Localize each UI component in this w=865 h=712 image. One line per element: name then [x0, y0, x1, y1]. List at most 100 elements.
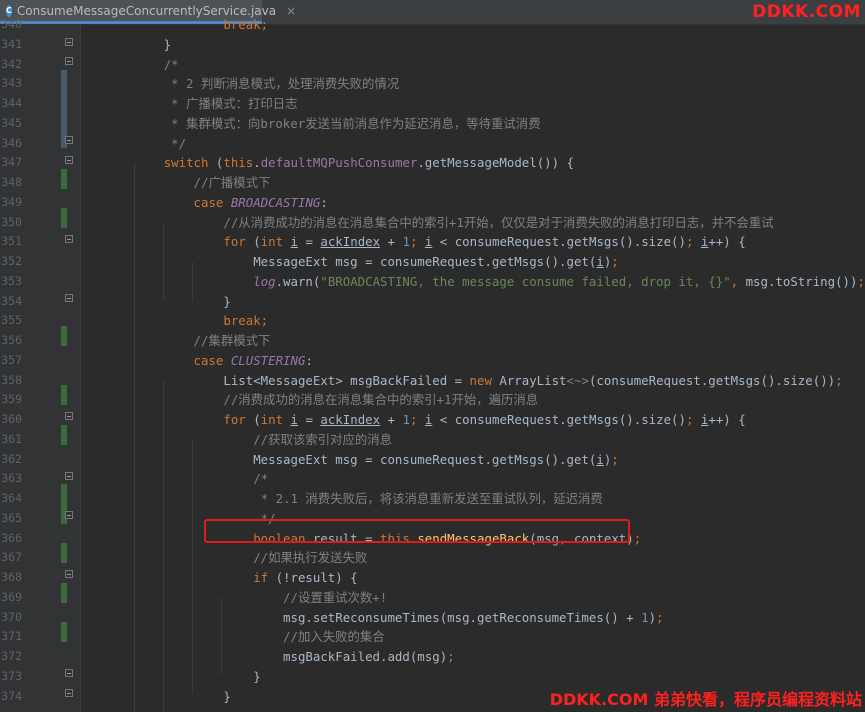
highlight-annotation-box — [204, 519, 630, 543]
line-number: 361 — [1, 431, 22, 446]
line-number: 357 — [1, 352, 22, 367]
code-line[interactable]: 341 } — [0, 35, 865, 55]
code-text: //设置重试次数+! — [283, 589, 388, 605]
code-text: /* — [163, 56, 179, 72]
line-number: 360 — [1, 412, 22, 426]
code-line[interactable]: 368 if (!result) { — [0, 568, 865, 588]
code-text: } — [104, 36, 172, 52]
line-number: 354 — [1, 293, 22, 308]
code-line[interactable]: 340 break; — [0, 15, 865, 35]
code-text: //集群模式下 — [193, 333, 271, 348]
code-line[interactable]: 356 //集群模式下 — [0, 331, 865, 351]
code-line[interactable]: 345 * 集群模式：向broker发送当前消息作为延迟消息，等待重试消费 — [0, 114, 865, 134]
code-text: */ — [171, 135, 187, 151]
code-line[interactable]: 373 } — [0, 667, 865, 687]
line-number: 353 — [1, 273, 22, 288]
code-line[interactable]: 369 //设置重试次数+! — [0, 588, 865, 608]
line-number: 340 — [1, 17, 22, 31]
code-text: msgBackFailed.add(msg); — [104, 649, 455, 664]
code-line[interactable]: 349 case BROADCASTING: — [0, 193, 865, 213]
line-number: 343 — [1, 76, 22, 91]
line-number: 359 — [1, 392, 22, 407]
code-text: List<MessageExt> msgBackFailed = new Arr… — [104, 372, 843, 388]
code-text: for (int i = ackIndex + 1; i < consumeRe… — [223, 234, 746, 250]
line-number: 355 — [1, 313, 22, 328]
line-number: 370 — [1, 609, 22, 624]
code-line[interactable]: 355 break; — [0, 311, 865, 331]
code-lines: 340 break; 341 } 342 /* 343 * 2 判断消息模式，处理消费… — [0, 15, 865, 706]
code-line[interactable]: 361 //获取该索引对应的消息 — [0, 430, 865, 450]
code-line[interactable]: 350 //从消费成功的消息在消息集合中的索引+1开始，仅仅是对于消费失败的消息… — [0, 213, 865, 233]
code-text: MessageExt msg = consumeRequest.getMsgs(… — [104, 451, 619, 467]
code-text: * 2 判断消息模式，处理消费失败的情况 — [171, 76, 400, 92]
code-line[interactable]: 357 case CLUSTERING: — [0, 351, 865, 371]
code-text: if (!result) { — [253, 570, 358, 585]
line-number: 366 — [1, 530, 22, 545]
code-text: * 广播模式：打印日志 — [171, 96, 298, 111]
code-text: for (int i = ackIndex + 1; i < consumeRe… — [223, 412, 746, 427]
code-line[interactable]: 371 //加入失败的集合 — [0, 627, 865, 647]
code-line[interactable]: 363 /* — [0, 469, 865, 489]
code-text: //广播模式下 — [193, 175, 271, 190]
code-line[interactable]: 344 * 广播模式：打印日志 — [0, 94, 865, 114]
line-number: 356 — [1, 333, 22, 347]
watermark-bottom: DDKK.COM 弟弟快看，程序员编程资料站 — [549, 690, 862, 709]
code-line[interactable]: 342 /* — [0, 55, 865, 75]
code-line[interactable]: 351 for (int i = ackIndex + 1; i < consu… — [0, 232, 865, 252]
line-number: 344 — [1, 96, 22, 110]
line-number: 363 — [1, 471, 22, 486]
code-line[interactable]: 354 } — [0, 292, 865, 312]
line-number: 346 — [1, 135, 22, 150]
code-text: //从消费成功的消息在消息集合中的索引+1开始，仅仅是对于消费失败的消息打印日志… — [223, 214, 774, 230]
code-line[interactable]: 352 MessageExt msg = consumeRequest.getM… — [0, 252, 865, 272]
line-number: 352 — [1, 254, 22, 268]
code-text: } — [104, 688, 231, 704]
line-number: 358 — [1, 372, 22, 387]
line-number: 351 — [1, 234, 22, 249]
code-text: } — [104, 668, 261, 684]
line-number: 367 — [1, 550, 22, 565]
line-number: 350 — [1, 214, 22, 229]
code-line[interactable]: 346 */ — [0, 134, 865, 154]
line-number: 364 — [1, 491, 22, 505]
code-text: case CLUSTERING: — [193, 352, 313, 368]
code-line[interactable]: 372 msgBackFailed.add(msg); — [0, 647, 865, 667]
code-text: //加入失败的集合 — [283, 629, 385, 645]
line-number: 349 — [1, 194, 22, 209]
code-text: case BROADCASTING: — [193, 194, 328, 210]
code-text: switch (this.defaultMQPushConsumer.getMe… — [163, 155, 574, 171]
code-line[interactable]: 358 List<MessageExt> msgBackFailed = new… — [0, 371, 865, 391]
line-number: 341 — [1, 36, 22, 51]
code-text: //消费成功的消息在消息集合中的索引+1开始，遍历消息 — [223, 392, 539, 408]
code-text: msg.setReconsumeTimes(msg.getReconsumeTi… — [104, 609, 664, 625]
code-text: break; — [223, 313, 269, 329]
code-line[interactable]: 353 log.warn("BROADCASTING, the message … — [0, 272, 865, 292]
code-line[interactable]: 362 MessageExt msg = consumeRequest.getM… — [0, 450, 865, 470]
code-text: * 集群模式：向broker发送当前消息作为延迟消息，等待重试消费 — [171, 115, 541, 131]
code-line[interactable]: 367 //如果执行发送失败 — [0, 548, 865, 568]
code-line[interactable]: 360 for (int i = ackIndex + 1; i < consu… — [0, 410, 865, 430]
code-line[interactable]: 343 * 2 判断消息模式，处理消费失败的情况 — [0, 74, 865, 94]
line-number: 373 — [1, 668, 22, 683]
code-text: /* — [253, 471, 269, 487]
line-number: 347 — [1, 155, 22, 170]
code-text: } — [104, 293, 231, 309]
code-line[interactable]: 364 * 2.1 消费失败后，将该消息重新发送至重试队列，延迟消费 — [0, 489, 865, 509]
line-number: 342 — [1, 56, 22, 71]
code-line[interactable]: 347 switch (this.defaultMQPushConsumer.g… — [0, 153, 865, 173]
code-text: break; — [223, 17, 269, 32]
line-number: 362 — [1, 451, 22, 466]
code-text: //如果执行发送失败 — [253, 550, 368, 566]
line-number: 369 — [1, 589, 22, 604]
code-line[interactable]: 359 //消费成功的消息在消息集合中的索引+1开始，遍历消息 — [0, 390, 865, 410]
line-number: 365 — [1, 510, 22, 525]
line-number: 372 — [1, 649, 22, 663]
line-number: 374 — [1, 688, 22, 703]
line-number: 345 — [1, 115, 22, 130]
code-line[interactable]: 348 //广播模式下 — [0, 173, 865, 193]
code-text: * 2.1 消费失败后，将该消息重新发送至重试队列，延迟消费 — [260, 491, 603, 506]
line-number: 348 — [1, 175, 22, 189]
code-line[interactable]: 370 msg.setReconsumeTimes(msg.getReconsu… — [0, 608, 865, 628]
code-text: log.warn("BROADCASTING, the message cons… — [253, 273, 865, 289]
code-editor[interactable]: 340 break; 341 } 342 /* 343 * 2 判断消息模式，处理消费… — [0, 17, 865, 712]
